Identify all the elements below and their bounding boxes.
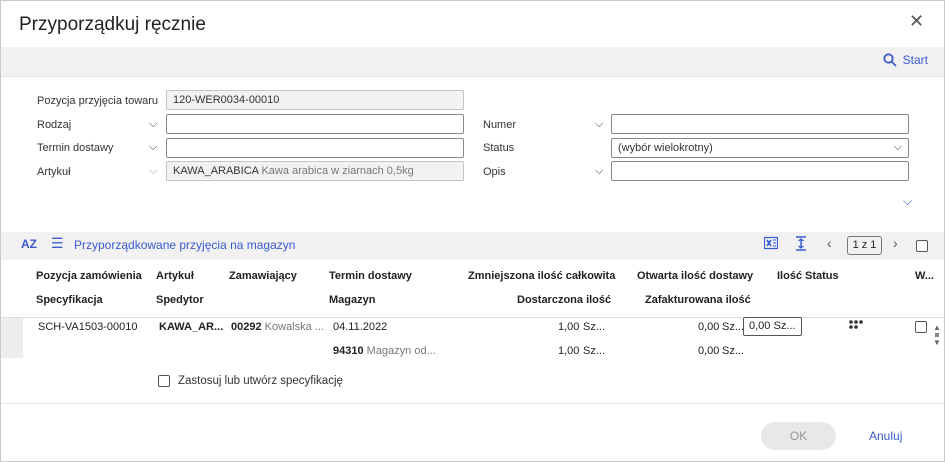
scroll-thumb[interactable] [935,333,939,337]
status-dots-icon [848,319,864,334]
cancel-button[interactable]: Anuluj [869,429,902,443]
ok-button[interactable]: OK [761,422,836,450]
scrollbar[interactable]: ▲ ▼ [933,323,941,347]
excel-export-icon[interactable] [763,236,779,253]
status-select[interactable]: (wybór wielokrotny) ⌵ [611,138,909,158]
select-all-checkbox[interactable] [916,240,928,252]
dialog: Przyporządkuj ręcznie ✕ Start Pozycja pr… [0,0,945,462]
cell-artykul: KAWA_AR... [159,321,224,333]
status-select-value: (wybór wielokrotny) [618,142,713,154]
opis-field[interactable] [611,161,909,181]
ilosc-input[interactable]: 0,00 Sz... [743,317,802,336]
scroll-up-icon[interactable]: ▲ [933,323,941,332]
cell-termin: 04.11.2022 [333,321,388,333]
cell-pozycja: SCH-VA1503-00010 [38,321,138,333]
header-zafakturowana-ilosc[interactable]: Zafakturowana ilość [645,294,751,306]
artykul-desc: Kawa arabica w ziarnach 0,5kg [261,165,414,177]
chevron-down-icon: ⌵ [149,165,158,177]
termin-label: Termin dostawy [37,142,114,154]
header-ilosc[interactable]: Ilość [777,270,802,282]
page-indicator: 1 z 1 [847,236,882,255]
zamawiajacy-name: Kowalska ... [264,321,324,333]
cell-dostarczona-unit: Sz... [583,345,606,357]
header-zamawiajacy[interactable]: Zamawiający [229,270,297,282]
cell-otwarta-unit: Sz... [722,321,745,333]
header-dostarczona-ilosc[interactable]: Dostarczona ilość [517,294,611,306]
cell-zmniejszona: 1,00 [558,321,580,333]
chevron-down-icon: ⌵ [893,141,902,153]
header-termin-dostawy[interactable]: Termin dostawy [329,270,412,282]
footer-divider [1,403,944,404]
opis-label: Opis [483,166,506,178]
cell-zafakturowana-unit: Sz... [722,345,745,357]
sort-icon[interactable]: AZ [21,237,37,251]
chevron-down-icon[interactable]: ⌵ [149,118,157,131]
section-toolbar: AZ ☰ Przyporządkowane przyjęcia na magaz… [1,232,944,260]
cell-dostarczona: 1,00 [558,345,580,357]
pozycja-label: Pozycja przyjęcia towaru [37,95,159,107]
dialog-title: Przyporządkuj ręcznie [19,14,206,35]
cell-magazyn: 94310 Magazyn od... [333,345,436,357]
header-zmniejszona-ilosc[interactable]: Zmniejszona ilość całkowita [468,270,615,282]
numer-label: Numer [483,119,517,131]
spec-checkbox-label[interactable]: Zastosuj lub utwórz specyfikację [178,375,343,387]
artykul-field: KAWA_ARABICA Kawa arabica w ziarnach 0,5… [166,161,464,181]
previous-page-icon[interactable]: ‹ [827,235,832,251]
header-otwarta-ilosc[interactable]: Otwarta ilość dostawy [637,270,753,282]
ilosc-unit: Sz... [773,320,796,332]
magazyn-code: 94310 [333,345,364,357]
ilosc-value: 0,00 [749,320,771,332]
header-status[interactable]: Status [805,270,839,282]
row-selector[interactable] [1,318,23,358]
zamawiajacy-code: 00292 [231,321,262,333]
menu-icon[interactable]: ☰ [51,235,64,252]
header-magazyn[interactable]: Magazyn [329,294,375,306]
header-artykul[interactable]: Artykuł [156,270,194,282]
table-divider [1,317,944,318]
termin-field[interactable] [166,138,464,158]
cell-zafakturowana: 0,00 [698,345,720,357]
search-icon [883,53,897,67]
toolbar: Start [1,47,944,77]
status-label: Status [483,142,515,154]
artykul-code: KAWA_ARABICA [173,165,259,177]
expand-filters-icon[interactable]: ⌵ [903,194,912,209]
chevron-down-icon[interactable]: ⌵ [149,141,157,154]
start-label: Start [902,53,928,67]
header-pozycja-zamowienia[interactable]: Pozycja zamówienia [36,270,142,282]
magazyn-name: Magazyn od... [366,345,436,357]
header-specyfikacja[interactable]: Specyfikacja [36,294,103,306]
header-spedytor[interactable]: Spedytor [156,294,204,306]
chevron-down-icon[interactable]: ⌵ [595,118,603,131]
spec-checkbox[interactable] [158,375,170,387]
start-button[interactable]: Start [883,53,928,67]
pozycja-field: 120-WER0034-00010 [166,90,464,110]
column-height-icon[interactable] [795,236,807,254]
close-icon[interactable]: ✕ [909,11,924,32]
numer-field[interactable] [611,114,909,134]
artykul-label: Artykuł [37,166,71,178]
section-title: Przyporządkowane przyjęcia na magazyn [74,238,296,252]
chevron-down-icon[interactable]: ⌵ [595,165,603,178]
cell-zamawiajacy: 00292 Kowalska ... [231,321,324,333]
next-page-icon[interactable]: › [893,235,898,251]
row-checkbox[interactable] [915,321,927,333]
rodzaj-label: Rodzaj [37,119,72,131]
cell-otwarta: 0,00 [698,321,720,333]
cell-zmniejszona-unit: Sz... [583,321,606,333]
scroll-down-icon[interactable]: ▼ [933,338,941,347]
rodzaj-field[interactable] [166,114,464,134]
header-w[interactable]: W... [915,270,934,282]
